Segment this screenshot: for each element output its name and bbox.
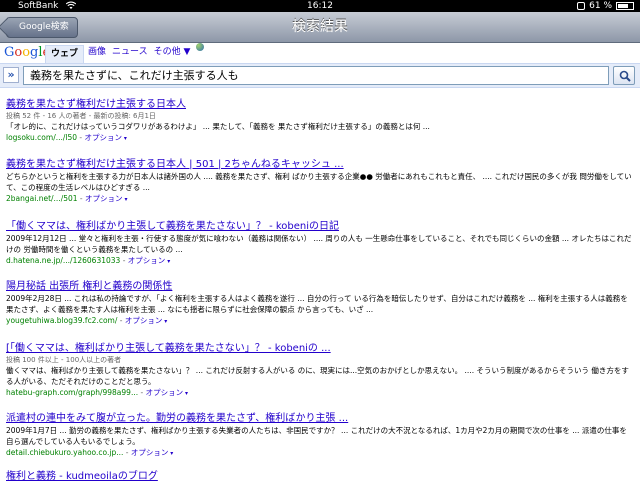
navigation-bar: Google検索 検索結果 — [0, 12, 640, 43]
result-item: 派遣村の連中をみて腹が立った。勤労の義務を果たさず、権利ばかり主張 ... 20… — [6, 412, 634, 459]
result-title[interactable]: 陽月秘話 出張所 権利と義務の関係性 — [6, 280, 634, 293]
tab-news[interactable]: ニュース — [112, 43, 148, 62]
result-item: 権利と義務 - kudmeoilaのブログ — [6, 470, 634, 483]
tab-web[interactable]: ウェブ — [45, 45, 85, 63]
orientation-lock-icon — [577, 2, 586, 10]
search-input[interactable]: 義務を果たさずに、これだけ主張する人も — [23, 66, 609, 85]
result-title[interactable]: 義務を果たさず権利だけ主張する日本人 | 501 | 2ちゃんねるキャッシュ .… — [6, 158, 634, 171]
result-title[interactable]: 権利と義務 - kudmeoilaのブログ — [6, 470, 634, 483]
result-options-link[interactable]: オプション — [146, 388, 188, 397]
result-item: 義務を果たさず権利だけ主張する日本人 投稿 52 件 - 16 人の著者 - 最… — [6, 98, 634, 144]
expand-options-button[interactable]: » — [3, 67, 19, 83]
result-options-link[interactable]: オプション — [128, 256, 170, 265]
result-meta: 投稿 100 件以上 - 100人以上の著者 — [6, 356, 122, 364]
result-options-link[interactable]: オプション — [131, 448, 173, 457]
search-button[interactable] — [613, 66, 635, 85]
status-bar: SoftBank 16:12 61 % — [0, 0, 640, 12]
result-options-link[interactable]: オプション — [85, 133, 127, 142]
result-url: logsoku.com/.../l50 — [6, 133, 78, 142]
battery-percent: 61 % — [589, 1, 612, 11]
result-url: yougetuhiwa.blog39.fc2.com/ — [6, 316, 118, 325]
result-title[interactable]: 「働くママは、権利ばかり主張して義務を果たさない」？ - kobeniの日記 — [6, 220, 634, 233]
result-item: [「働くママは、権利ばかり主張して義務を果たさない」？ - kobeniの ..… — [6, 342, 634, 399]
result-item: 「働くママは、権利ばかり主張して義務を果たさない」？ - kobeniの日記 2… — [6, 220, 634, 267]
google-logo[interactable]: Google — [4, 45, 50, 60]
result-item: 陽月秘話 出張所 権利と義務の関係性 2009年2月28日 ... これは私の持… — [6, 280, 634, 327]
result-snippet: 2009年1月7日 ... 勤労の義務を果たさず、権利ばかり主張する失業者の人た… — [6, 426, 627, 446]
result-snippet: 2009年12月12日 ... 堂々と権利を主張・行使する態度が気に喰わない（義… — [6, 234, 632, 254]
clock: 16:12 — [307, 1, 333, 11]
result-title[interactable]: 派遣村の連中をみて腹が立った。勤労の義務を果たさず、権利ばかり主張 ... — [6, 412, 634, 425]
result-url: 2bangai.net/.../501 — [6, 194, 78, 203]
result-options-link[interactable]: オプション — [125, 316, 167, 325]
tab-more[interactable]: その他 ▼ — [154, 43, 191, 62]
globe-icon[interactable] — [196, 43, 205, 51]
google-tab-bar: Google ウェブ 画像 ニュース その他 ▼ — [0, 43, 640, 64]
result-meta: 投稿 52 件 - 16 人の著者 - 最新の投稿: 6月1日 — [6, 112, 156, 120]
result-options-link[interactable]: オプション — [85, 194, 127, 203]
tab-images[interactable]: 画像 — [88, 43, 106, 62]
result-url: hatebu-graph.com/graph/998a99... — [6, 388, 139, 397]
result-item: 義務を果たさず権利だけ主張する日本人 | 501 | 2ちゃんねるキャッシュ .… — [6, 158, 634, 205]
result-snippet: 働くママは、権利ばかり主張して義務を果たさない」？ ... これだけ反射する人が… — [6, 366, 629, 386]
search-bar: » 義務を果たさずに、これだけ主張する人も — [0, 64, 640, 88]
result-title[interactable]: 義務を果たさず権利だけ主張する日本人 — [6, 98, 634, 111]
result-snippet: 2009年2月28日 ... これは私の持論ですが、「よく権利を主張する人はよく… — [6, 294, 628, 314]
search-icon — [619, 70, 631, 82]
result-url: d.hatena.ne.jp/.../1260631033 — [6, 256, 121, 265]
result-snippet: 「オレ的に、これだけはっていうコダワリがあるわけよ」 ... 果たして、「義務を… — [6, 122, 430, 131]
result-url: detail.chiebukuro.yahoo.co.jp... — [6, 448, 124, 457]
result-snippet: どちらかというと権利を主張する力が日本人は諸外国の人 .... 義務を果たさず、… — [6, 172, 632, 192]
result-title[interactable]: [「働くママは、権利ばかり主張して義務を果たさない」？ - kobeniの ..… — [6, 342, 634, 355]
page-title: 検索結果 — [292, 19, 348, 35]
battery-icon — [616, 2, 634, 10]
